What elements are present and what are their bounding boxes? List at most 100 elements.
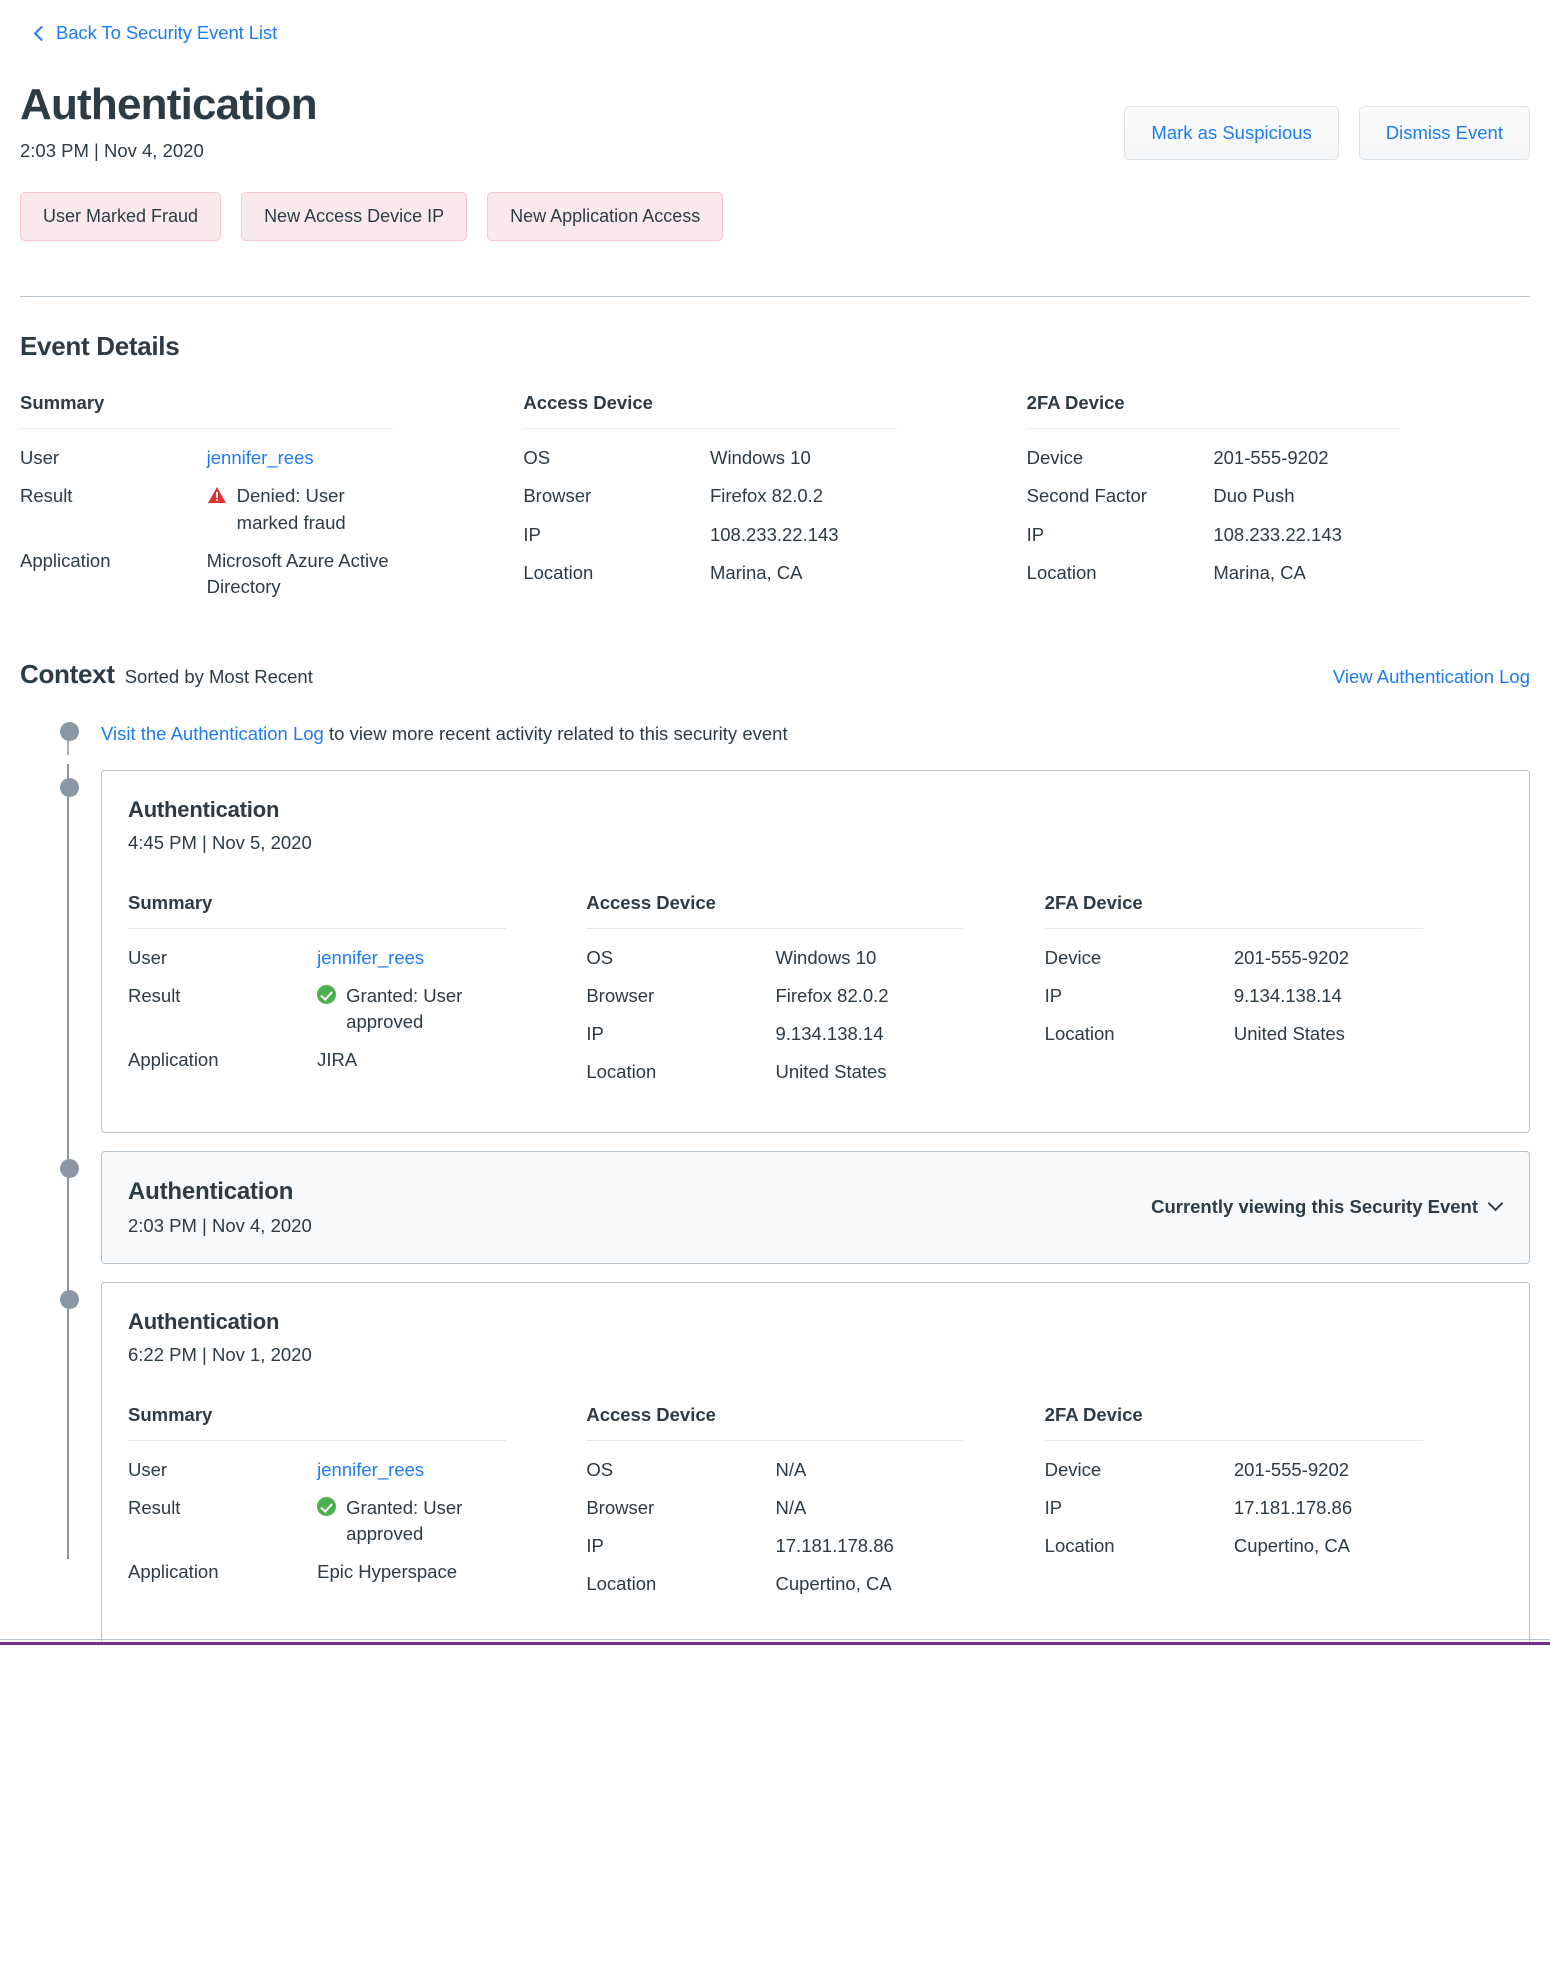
page-title-block: Authentication 2:03 PM | Nov 4, 2020: [20, 82, 317, 162]
detail-row: Location United States: [1045, 1021, 1423, 1047]
detail-value: 201-555-9202: [1234, 1457, 1423, 1483]
detail-row: Application Microsoft Azure Active Direc…: [20, 548, 393, 601]
timeline-note-item: Visit the Authentication Log to view mor…: [48, 722, 1530, 746]
page-bottom-accent-bar: [0, 1642, 1550, 1645]
current-card-title-group: Authentication 2:03 PM | Nov 4, 2020: [128, 1178, 312, 1237]
detail-row: Location Cupertino, CA: [586, 1571, 964, 1597]
card-timestamp: 2:03 PM | Nov 4, 2020: [128, 1215, 312, 1237]
detail-value: Duo Push: [1213, 483, 1400, 509]
detail-row: Application Epic Hyperspace: [128, 1559, 506, 1585]
twofa-device-column-title: 2FA Device: [1045, 1404, 1423, 1440]
detail-value: 9.134.138.14: [775, 1021, 964, 1047]
detail-key: Browser: [586, 983, 775, 1009]
detail-value: 201-555-9202: [1213, 445, 1400, 471]
mark-as-suspicious-button[interactable]: Mark as Suspicious: [1124, 106, 1338, 160]
detail-value: Granted: User approved: [317, 1495, 506, 1548]
access-device-column: Access Device OS N/A Browser N/A IP 17: [586, 1404, 1044, 1610]
chevron-left-icon: [32, 26, 46, 40]
access-device-column-title: Access Device: [523, 392, 896, 428]
currently-viewing-toggle[interactable]: Currently viewing this Security Event: [1151, 1196, 1503, 1218]
context-event-card[interactable]: Authentication 4:45 PM | Nov 5, 2020 Sum…: [101, 770, 1530, 1133]
detail-value: 108.233.22.143: [710, 522, 897, 548]
event-details-heading: Event Details: [20, 331, 1530, 362]
result-text: Granted: User approved: [346, 1495, 506, 1548]
context-event-card-current: Authentication 2:03 PM | Nov 4, 2020 Cur…: [101, 1151, 1530, 1264]
detail-value: Windows 10: [710, 445, 897, 471]
timeline-dot: [60, 1159, 79, 1178]
detail-key: Location: [1045, 1021, 1234, 1047]
event-details-grid: Summary User jennifer_rees Result: [20, 392, 1530, 612]
detail-key: Location: [1045, 1533, 1234, 1559]
detail-value: United States: [1234, 1021, 1423, 1047]
card-timestamp: 6:22 PM | Nov 1, 2020: [128, 1344, 1503, 1366]
detail-value: N/A: [775, 1457, 964, 1483]
access-device-column-title: Access Device: [586, 1404, 964, 1440]
detail-row: IP 9.134.138.14: [586, 1021, 964, 1047]
detail-row: OS N/A: [586, 1457, 964, 1483]
back-navigation[interactable]: Back To Security Event List: [20, 0, 1530, 44]
context-timeline: Visit the Authentication Log to view mor…: [20, 722, 1530, 1645]
detail-row: Device 201-555-9202: [1027, 445, 1400, 471]
detail-row: IP 9.134.138.14: [1045, 983, 1423, 1009]
context-header: Context Sorted by Most Recent View Authe…: [20, 659, 1530, 690]
detail-value: Granted: User approved: [317, 983, 506, 1036]
detail-key: IP: [1027, 522, 1214, 548]
dismiss-event-button[interactable]: Dismiss Event: [1359, 106, 1530, 160]
detail-value: Epic Hyperspace: [317, 1559, 506, 1585]
status-badge: New Application Access: [487, 192, 723, 241]
detail-row: Device 201-555-9202: [1045, 1457, 1423, 1483]
column-rule: [128, 1440, 506, 1441]
column-rule: [586, 928, 964, 929]
detail-key: OS: [523, 445, 710, 471]
back-to-security-event-list-link[interactable]: Back To Security Event List: [56, 22, 277, 44]
detail-key: Second Factor: [1027, 483, 1214, 509]
twofa-device-column-title: 2FA Device: [1045, 892, 1423, 928]
detail-value: 17.181.178.86: [1234, 1495, 1423, 1521]
timeline-dot: [60, 722, 79, 741]
chevron-down-icon: [1490, 1198, 1503, 1211]
detail-row: OS Windows 10: [523, 445, 896, 471]
detail-row: Location Marina, CA: [1027, 560, 1400, 586]
check-circle-icon: [317, 1497, 336, 1516]
user-link[interactable]: jennifer_rees: [207, 445, 394, 471]
result-text: Denied: User marked fraud: [237, 483, 394, 536]
detail-value: Cupertino, CA: [1234, 1533, 1423, 1559]
check-circle-icon: [317, 985, 336, 1004]
detail-key: Result: [20, 483, 207, 509]
detail-row: Location United States: [586, 1059, 964, 1085]
column-rule: [128, 928, 506, 929]
twofa-device-column: 2FA Device Device 201-555-9202 IP 9.134.…: [1045, 892, 1503, 1098]
header-actions: Mark as Suspicious Dismiss Event: [1124, 82, 1530, 160]
summary-column: Summary User jennifer_rees Result: [20, 392, 523, 612]
detail-value: JIRA: [317, 1047, 506, 1073]
timeline-event-item-current: Authentication 2:03 PM | Nov 4, 2020 Cur…: [48, 1151, 1530, 1264]
column-rule: [1045, 1440, 1423, 1441]
page-bottom-rule: [0, 1639, 1550, 1640]
detail-key: IP: [586, 1533, 775, 1559]
detail-value: United States: [775, 1059, 964, 1085]
detail-value: Marina, CA: [710, 560, 897, 586]
detail-key: OS: [586, 945, 775, 971]
card-title: Authentication: [128, 1178, 312, 1206]
summary-column-title: Summary: [20, 392, 393, 428]
detail-row: User jennifer_rees: [20, 445, 393, 471]
currently-viewing-label: Currently viewing this Security Event: [1151, 1196, 1478, 1218]
user-link[interactable]: jennifer_rees: [317, 1457, 506, 1483]
detail-value: Marina, CA: [1213, 560, 1400, 586]
timeline-dot: [60, 778, 79, 797]
detail-key: IP: [523, 522, 710, 548]
context-event-card[interactable]: Authentication 6:22 PM | Nov 1, 2020 Sum…: [101, 1282, 1530, 1645]
visit-authentication-log-link[interactable]: Visit the Authentication Log: [101, 723, 324, 744]
detail-row: User jennifer_rees: [128, 1457, 506, 1483]
detail-key: OS: [586, 1457, 775, 1483]
user-link[interactable]: jennifer_rees: [317, 945, 506, 971]
detail-value: Windows 10: [775, 945, 964, 971]
security-event-detail-page: Back To Security Event List Authenticati…: [0, 0, 1550, 1645]
risk-badge-list: User Marked Fraud New Access Device IP N…: [20, 162, 1530, 241]
detail-key: Application: [128, 1559, 317, 1585]
access-device-column-title: Access Device: [586, 892, 964, 928]
timeline-event-item: Authentication 6:22 PM | Nov 1, 2020 Sum…: [48, 1282, 1530, 1645]
view-authentication-log-link[interactable]: View Authentication Log: [1333, 666, 1530, 688]
timeline-note: Visit the Authentication Log to view mor…: [48, 722, 788, 746]
detail-key: Application: [20, 548, 207, 574]
